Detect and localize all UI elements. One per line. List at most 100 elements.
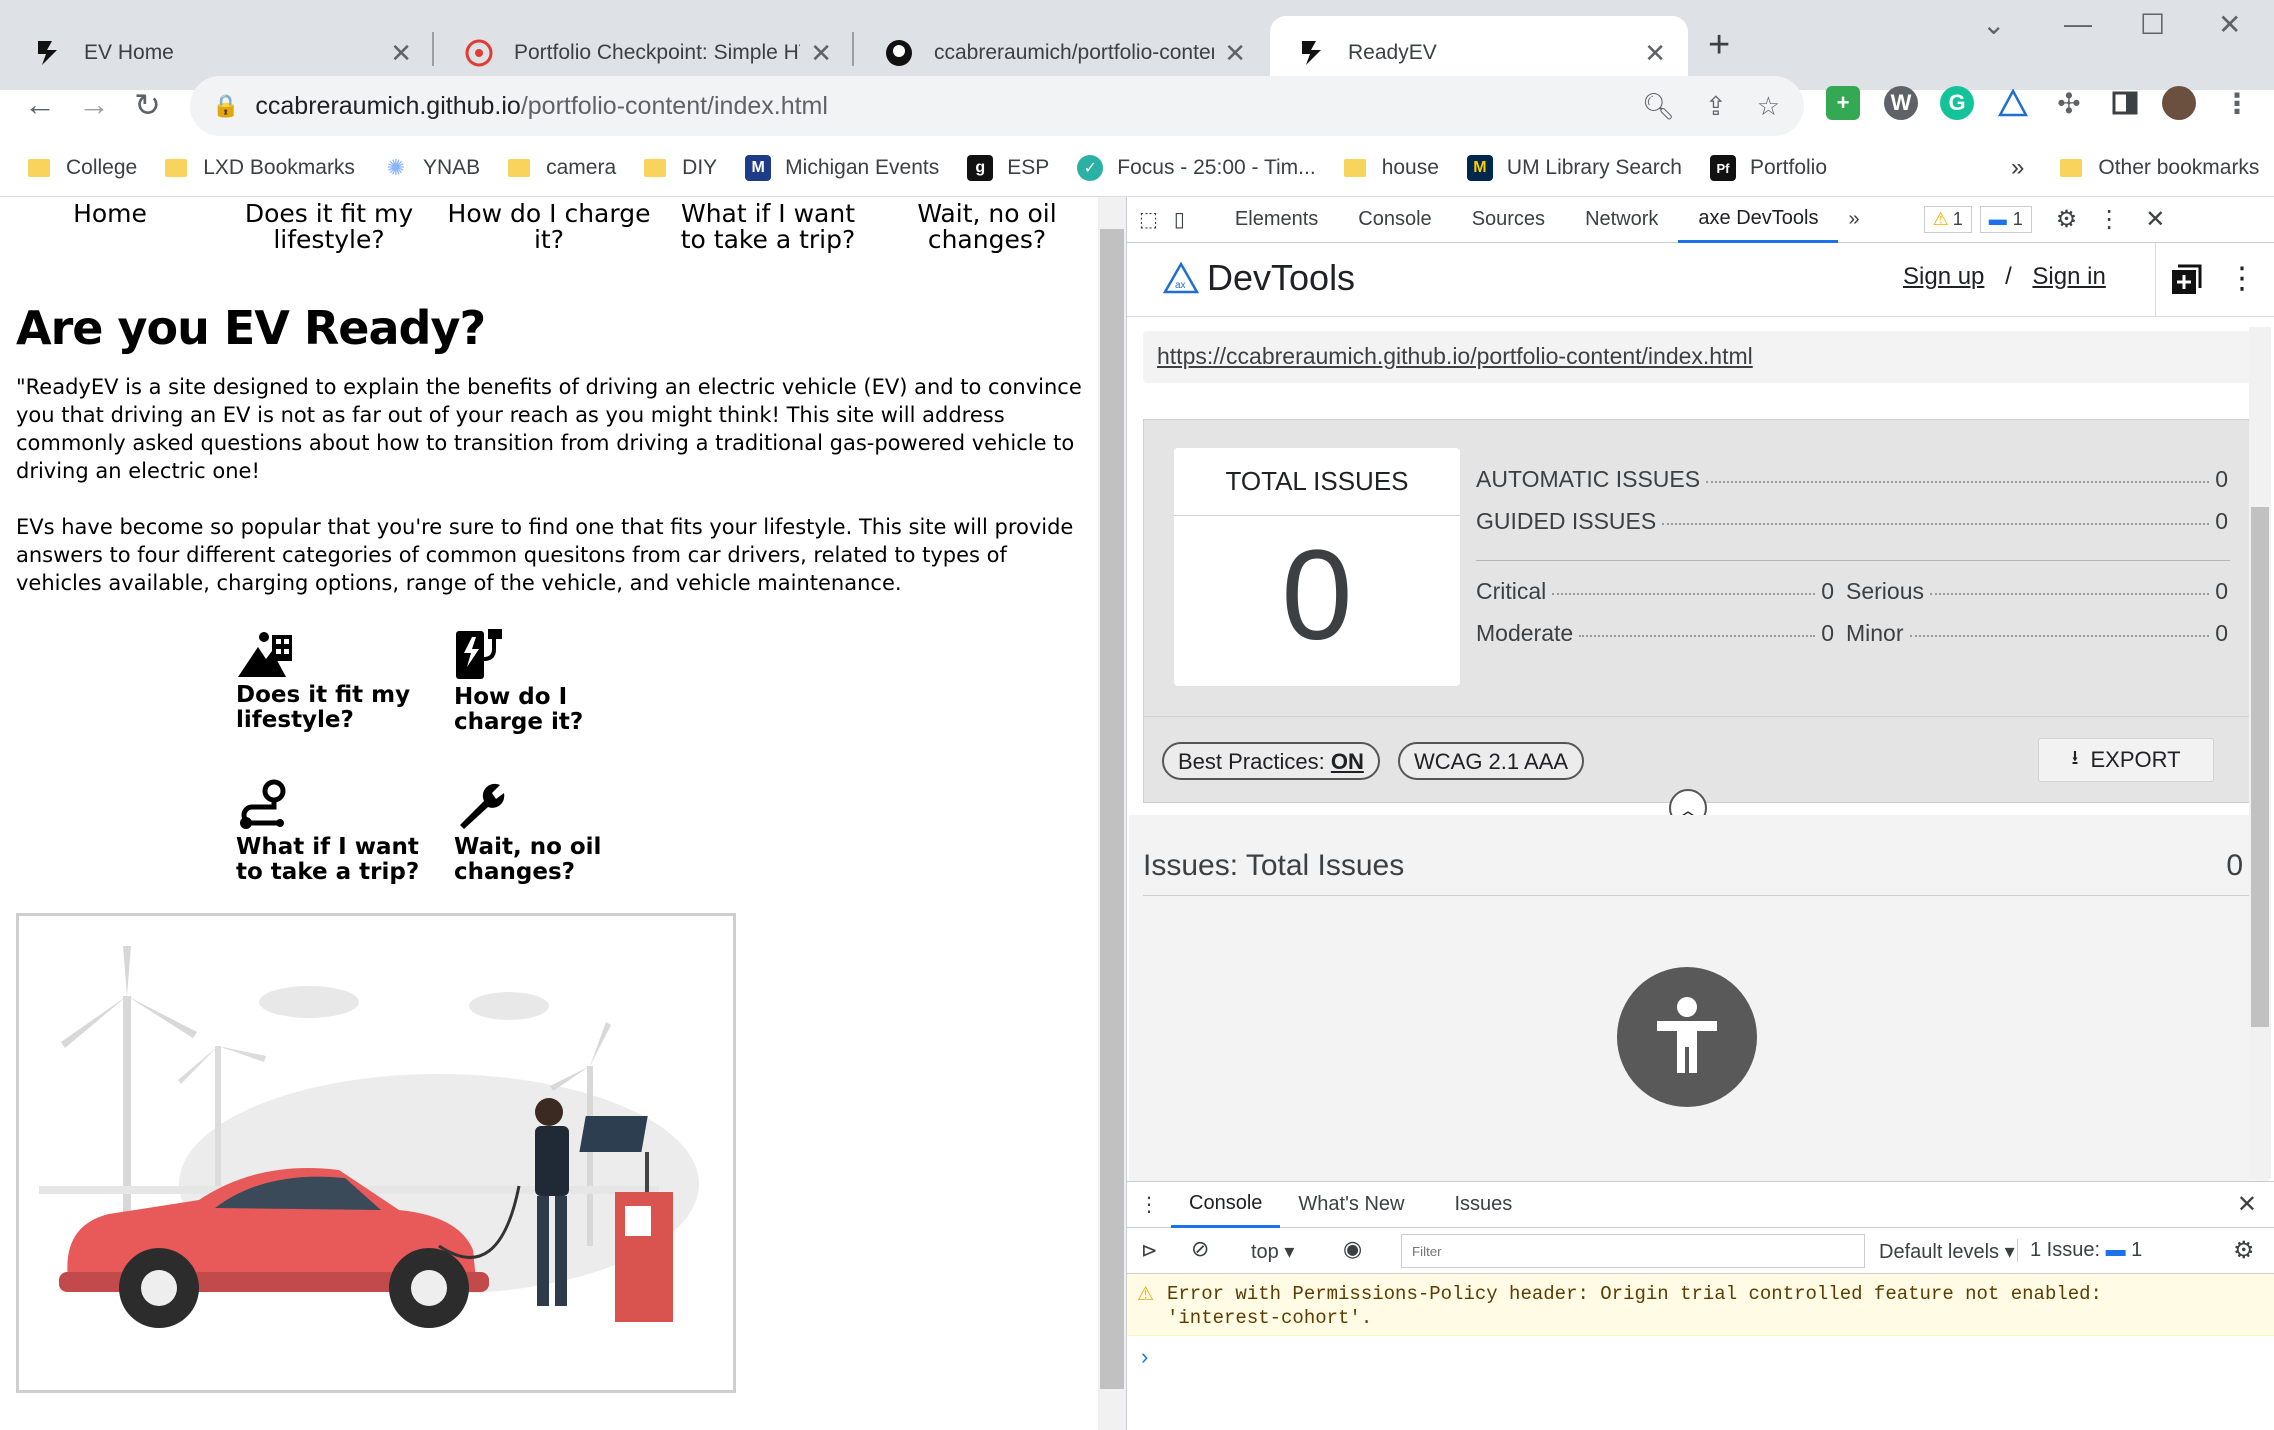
wcag-level-button[interactable]: WCAG 2.1 AAA (1398, 742, 1585, 780)
inspect-element-icon[interactable]: ⬚ (1127, 197, 1170, 243)
close-icon[interactable]: ✕ (810, 38, 832, 69)
clear-console-icon[interactable]: ⊘ (1191, 1236, 1209, 1262)
export-button[interactable]: ⭳ EXPORT (2038, 738, 2214, 782)
bookmarks-bar: College LXD Bookmarks ✺ YNAB camera DIY M… (0, 140, 2274, 196)
close-drawer-icon[interactable]: ✕ (2237, 1190, 2257, 1219)
bookmark-star-icon[interactable]: ☆ (1757, 91, 1780, 122)
nav-home[interactable]: Home (56, 201, 164, 227)
drawer-tab-issues[interactable]: Issues (1436, 1182, 1530, 1228)
live-expression-eye-icon[interactable]: ◉ (1343, 1236, 1362, 1262)
bookmark-diy[interactable]: DIY (644, 156, 717, 180)
console-drawer: ⋮ Console What's New Issues ✕ ⊳ ⊘ top ▾ … (1127, 1181, 2274, 1430)
warnings-counter[interactable]: ⚠ 1 (1923, 206, 1972, 233)
total-issues-label: TOTAL ISSUES (1174, 448, 1460, 516)
share-icon[interactable]: ⇪ (1705, 91, 1727, 122)
tab-network[interactable]: Network (1565, 197, 1678, 243)
axe-menu-icon[interactable]: ⋮ (2227, 261, 2257, 296)
devtools-scrollbar[interactable] (2249, 327, 2271, 1179)
profile-avatar[interactable] (2162, 86, 2196, 120)
maximize-icon[interactable]: ☐ (2140, 8, 2165, 41)
bookmark-michigan-events[interactable]: M Michigan Events (745, 155, 939, 181)
close-icon[interactable]: ✕ (1644, 38, 1666, 69)
automatic-issues-row[interactable]: AUTOMATIC ISSUES 0 (1476, 466, 2228, 493)
bookmark-portfolio[interactable]: Pf Portfolio (1709, 155, 1827, 181)
new-scan-icon[interactable] (2155, 243, 2215, 317)
nav-trip[interactable]: What if I want to take a trip? (670, 201, 866, 253)
device-toolbar-icon[interactable]: ▯ (1170, 197, 1197, 243)
extension-w-icon[interactable]: W (1884, 86, 1918, 120)
new-tab-icon[interactable]: + (1708, 24, 1730, 67)
scanned-url-link[interactable]: https://ccabreraumich.github.io/portfoli… (1143, 331, 2259, 383)
console-prompt[interactable]: › (1127, 1336, 2274, 1370)
minor-row[interactable]: Minor 0 (1846, 620, 2228, 647)
intro-paragraph-2: EVs have become so popular that you're s… (16, 515, 1074, 595)
bookmark-college[interactable]: College (28, 156, 137, 180)
tab-console[interactable]: Console (1338, 197, 1451, 243)
back-icon[interactable]: ← (24, 86, 56, 123)
grammarly-icon[interactable]: G (1940, 86, 1974, 120)
best-practices-toggle[interactable]: Best Practices: ON (1162, 742, 1380, 780)
extension-plus-icon[interactable]: + (1826, 86, 1860, 120)
context-selector[interactable]: top ▾ (1251, 1239, 1294, 1264)
reload-icon[interactable]: ↻ (134, 86, 161, 124)
bookmark-other[interactable]: Other bookmarks (2060, 156, 2259, 180)
bookmark-um-library[interactable]: M UM Library Search (1466, 155, 1682, 181)
bookmarks-overflow-button[interactable]: » (2011, 154, 2024, 182)
bookmark-focus[interactable]: ✓ Focus - 25:00 - Tim... (1077, 155, 1316, 181)
minimize-icon[interactable]: — (2064, 8, 2092, 40)
card-trip[interactable]: What if I want to take a trip? (236, 779, 446, 885)
sign-up-link[interactable]: Sign up (1903, 263, 1984, 290)
nav-charge[interactable]: How do I charge it? (434, 201, 664, 253)
console-sidebar-icon[interactable]: ⊳ (1141, 1238, 1158, 1263)
guided-issues-row[interactable]: GUIDED ISSUES 0 (1476, 508, 2228, 535)
settings-gear-icon[interactable]: ⚙ (2056, 205, 2078, 234)
leader-dots (1929, 593, 2210, 595)
side-panel-icon[interactable] (2108, 86, 2142, 120)
bookmark-camera[interactable]: camera (508, 156, 616, 180)
close-icon[interactable]: ✕ (390, 38, 412, 69)
drawer-menu-icon[interactable]: ⋮ (1127, 1182, 1171, 1228)
drawer-tab-console[interactable]: Console (1171, 1182, 1281, 1228)
critical-row[interactable]: Critical 0 (1476, 578, 1834, 605)
close-devtools-icon[interactable]: ✕ (2145, 205, 2165, 234)
bookmark-house[interactable]: house (1343, 156, 1439, 180)
page-scrollbar[interactable] (1098, 197, 1126, 1430)
address-bar[interactable]: 🔒 ccabreraumich.github.io/portfolio-cont… (190, 76, 1804, 136)
card-lifestyle[interactable]: Does it fit my lifestyle? (236, 629, 416, 733)
moderate-row[interactable]: Moderate 0 (1476, 620, 1834, 647)
issues-counter[interactable]: 1 Issue: ▬ 1 (2017, 1239, 2142, 1262)
console-settings-gear-icon[interactable]: ⚙ (2233, 1236, 2255, 1265)
bookmark-lxd[interactable]: LXD Bookmarks (165, 156, 355, 180)
axe-extension-icon[interactable] (1996, 86, 2030, 120)
menu-kebab-icon[interactable]: ⋮ (2220, 86, 2254, 120)
scrollbar-thumb[interactable] (1100, 229, 1124, 1389)
log-levels-dropdown[interactable]: Default levels ▾ (1879, 1239, 2015, 1264)
messages-counter[interactable]: ▬ 1 (1979, 206, 2032, 233)
tab-axe-devtools[interactable]: axe DevTools (1678, 197, 1839, 243)
devtools-menu-icon[interactable]: ⋮ (2097, 205, 2121, 234)
more-tabs-icon[interactable]: » (1838, 197, 1869, 243)
drawer-tab-whats-new[interactable]: What's New (1280, 1182, 1422, 1228)
nav-lifestyle[interactable]: Does it fit my lifestyle? (244, 201, 414, 253)
serious-row[interactable]: Serious 0 (1846, 578, 2228, 605)
close-icon[interactable]: ✕ (1224, 38, 1246, 69)
card-charge[interactable]: How do I charge it? (454, 629, 654, 735)
bookmark-ynab[interactable]: ✺ YNAB (383, 155, 480, 181)
console-filter-input[interactable] (1401, 1234, 1865, 1268)
window-close-icon[interactable]: ✕ (2218, 8, 2241, 41)
zoom-icon[interactable]: 🔍︎ (1642, 91, 1675, 122)
card-oil[interactable]: Wait, no oil changes? (454, 779, 614, 885)
forward-icon[interactable]: → (78, 86, 110, 123)
nav-oil[interactable]: Wait, no oil changes? (900, 201, 1074, 253)
sign-in-link[interactable]: Sign in (2032, 263, 2105, 290)
card-label: Does it fit my lifestyle? (236, 682, 411, 733)
extensions-puzzle-icon[interactable]: ✣ (2052, 86, 2086, 120)
issues-count: 0 (2226, 849, 2243, 882)
tab-sources[interactable]: Sources (1452, 197, 1565, 243)
tab-search-icon[interactable]: ⌄ (1982, 8, 2005, 41)
tab-elements[interactable]: Elements (1215, 197, 1338, 243)
scrollbar-thumb[interactable] (2251, 507, 2269, 1027)
charger-icon (456, 629, 502, 679)
bookmark-esp[interactable]: g ESP (967, 155, 1049, 181)
lock-icon: 🔒 (212, 93, 240, 118)
